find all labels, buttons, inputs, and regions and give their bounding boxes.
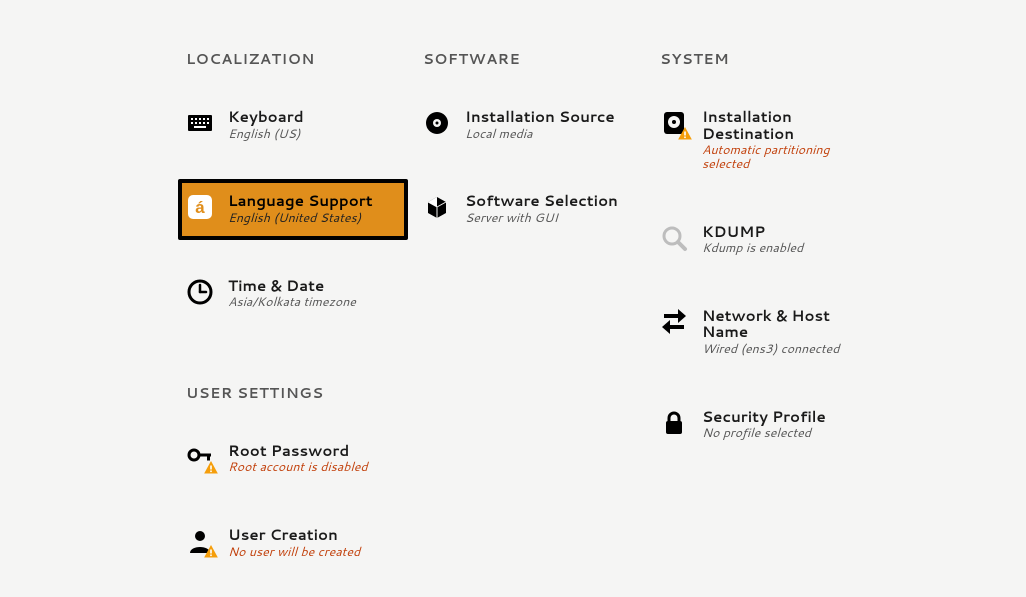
kdump-title: KDUMP — [702, 224, 803, 241]
language-title: Language Support — [228, 193, 373, 210]
svg-text:á: á — [195, 198, 205, 217]
magnifier-icon — [660, 224, 688, 252]
destination-title: Installation Destination — [702, 109, 870, 142]
spoke-installation-destination[interactable]: Installation Destination Automatic parti… — [652, 95, 882, 186]
key-icon — [186, 443, 214, 471]
timedate-title: Time & Date — [228, 278, 356, 295]
spoke-installation-source[interactable]: Installation Source Local media — [415, 95, 645, 155]
heading-localization: LOCALIZATION — [186, 48, 423, 69]
security-sub: No profile selected — [702, 427, 826, 441]
heading-user-settings: USER SETTINGS — [186, 382, 423, 403]
timedate-sub: Asia/Kolkata timezone — [228, 296, 356, 310]
warning-icon — [204, 545, 218, 559]
user-creation-sub: No user will be created — [228, 546, 360, 560]
spoke-time-date[interactable]: Time & Date Asia/Kolkata timezone — [178, 264, 408, 324]
security-title: Security Profile — [702, 409, 826, 426]
heading-system: SYSTEM — [660, 48, 897, 69]
spoke-root-password[interactable]: Root Password Root account is disabled — [178, 429, 408, 489]
selection-sub: Server with GUI — [465, 212, 618, 226]
language-icon: á — [186, 193, 214, 221]
package-icon — [423, 193, 451, 221]
clock-icon — [186, 278, 214, 306]
warning-icon — [678, 127, 692, 141]
column-localization-user: LOCALIZATION Keyboard English (US) á — [186, 48, 423, 597]
root-title: Root Password — [228, 443, 368, 460]
network-title: Network & Host Name — [702, 308, 870, 341]
user-icon — [186, 527, 214, 555]
warning-icon — [204, 461, 218, 475]
language-sub: English (United States) — [228, 212, 373, 226]
source-sub: Local media — [465, 128, 615, 142]
lock-icon — [660, 409, 688, 437]
column-software: SOFTWARE Installation Source Local media — [423, 48, 660, 597]
destination-sub: Automatic partitioning selected — [702, 144, 870, 172]
keyboard-title: Keyboard — [228, 109, 304, 126]
spoke-security-profile[interactable]: Security Profile No profile selected — [652, 395, 882, 455]
installation-summary-hub: LOCALIZATION Keyboard English (US) á — [0, 0, 1026, 597]
disc-icon — [423, 109, 451, 137]
source-title: Installation Source — [465, 109, 615, 126]
spoke-user-creation[interactable]: User Creation No user will be created — [178, 513, 408, 573]
spoke-software-selection[interactable]: Software Selection Server with GUI — [415, 179, 645, 239]
keyboard-sub: English (US) — [228, 128, 304, 142]
keyboard-icon — [186, 109, 214, 137]
spoke-kdump[interactable]: KDUMP Kdump is enabled — [652, 210, 882, 270]
hard-drive-icon — [660, 109, 688, 137]
root-sub: Root account is disabled — [228, 461, 368, 475]
column-system: SYSTEM Installation Destination Automati… — [660, 48, 897, 597]
user-creation-title: User Creation — [228, 527, 360, 544]
kdump-sub: Kdump is enabled — [702, 242, 803, 256]
network-sub: Wired (ens3) connected — [702, 343, 870, 357]
spoke-keyboard[interactable]: Keyboard English (US) — [178, 95, 408, 155]
heading-software: SOFTWARE — [423, 48, 660, 69]
spoke-network-hostname[interactable]: Network & Host Name Wired (ens3) connect… — [652, 294, 882, 371]
network-arrows-icon — [660, 308, 688, 336]
selection-title: Software Selection — [465, 193, 618, 210]
spoke-language-support[interactable]: á Language Support English (United State… — [178, 179, 408, 239]
